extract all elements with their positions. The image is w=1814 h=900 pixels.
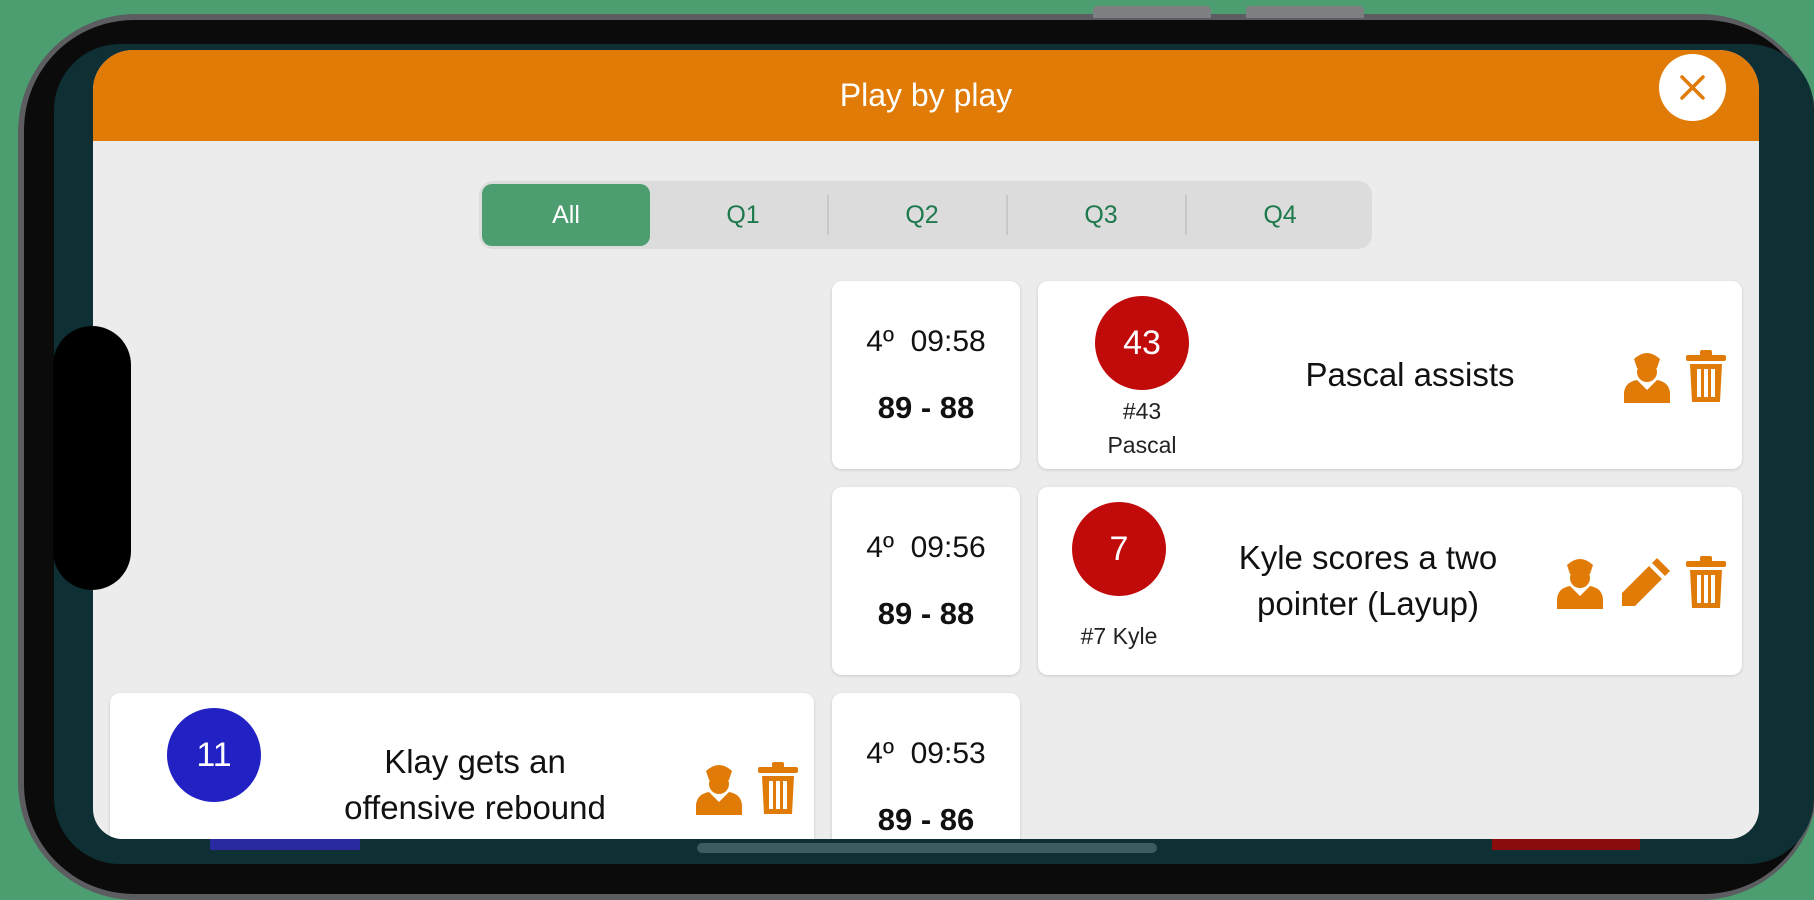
play-description-line: Klay gets an [384,743,566,780]
filter-q4[interactable]: Q4 [1196,184,1364,246]
close-icon [1680,75,1705,100]
play-description: Kyle scores a two pointer (Layup) [1213,535,1523,627]
trash-icon[interactable] [1686,350,1726,402]
play-clock: 4º 09:58 [866,325,986,358]
segment-divider [1185,195,1187,235]
player-icon[interactable] [693,761,745,815]
player-number-badge[interactable]: 11 [167,708,261,802]
player-number-badge[interactable]: 43 [1095,296,1189,390]
player-label: #43 Pascal [1082,394,1202,462]
phone-volume-button [1246,6,1364,18]
segment-divider [827,195,829,235]
filter-q3[interactable]: Q3 [1017,184,1185,246]
player-number: #43 [1122,398,1162,424]
play-card[interactable]: 43 #43 Pascal Pascal assists [1038,281,1742,469]
play-time-card: 4º 09:58 89 - 88 [832,281,1020,469]
play-card[interactable]: 11 Klay gets an offensive rebound [110,693,814,839]
player-icon[interactable] [1554,555,1606,609]
play-description-line: offensive rebound [344,789,606,826]
filter-q1[interactable]: Q1 [659,184,827,246]
player-number-badge[interactable]: 7 [1072,502,1166,596]
play-by-play-modal: Play by play All Q1 Q2 Q3 Q4 4º 09:58 89… [93,50,1759,839]
modal-header: Play by play [93,50,1759,141]
player-icon[interactable] [1621,349,1673,403]
play-clock: 4º 09:56 [866,531,986,564]
segment-divider [1006,195,1008,235]
play-score: 89 - 88 [877,390,975,425]
play-clock: 4º 09:53 [866,737,986,770]
phone-volume-button [1093,6,1211,18]
pencil-icon[interactable] [1621,555,1673,607]
play-time-card: 4º 09:56 89 - 88 [832,487,1020,675]
trash-icon[interactable] [1686,556,1726,608]
play-time-card: 4º 09:53 89 - 86 [832,693,1020,839]
player-label: #7 Kyle [1053,619,1185,653]
filter-q2[interactable]: Q2 [838,184,1006,246]
home-indicator[interactable] [697,843,1157,853]
play-description-line: pointer (Layup) [1257,585,1479,622]
play-score: 89 - 88 [877,596,975,631]
play-description: Pascal assists [1305,356,1515,393]
player-name: Pascal [1107,432,1177,458]
quarter-filter: All Q1 Q2 Q3 Q4 [479,181,1372,249]
play-description: Klay gets an offensive rebound [310,739,640,831]
player-name: #7 Kyle [1080,623,1158,649]
filter-all[interactable]: All [482,184,650,246]
play-score: 89 - 86 [877,802,975,837]
trash-icon[interactable] [758,762,798,814]
close-button[interactable] [1659,54,1726,121]
camera-notch [53,326,131,590]
modal-title: Play by play [839,77,1013,113]
play-card[interactable]: 7 #7 Kyle Kyle scores a two pointer (Lay… [1038,487,1742,675]
play-description-line: Kyle scores a two [1238,539,1498,576]
